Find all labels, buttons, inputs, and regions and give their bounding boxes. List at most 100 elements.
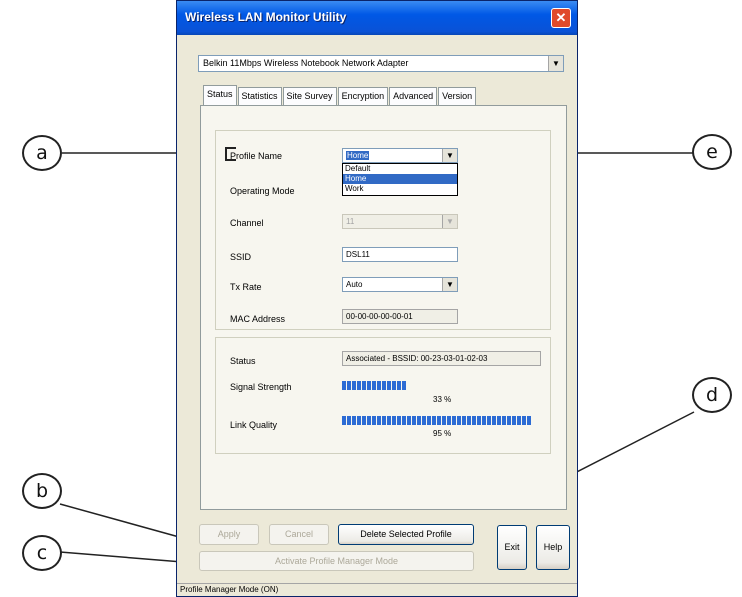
link-quality-bar-segment	[512, 416, 516, 425]
chevron-down-icon[interactable]: ▼	[442, 278, 457, 291]
link-quality-bar-segment	[527, 416, 531, 425]
status-label: Status	[230, 356, 256, 366]
link-quality-bar-segment	[482, 416, 486, 425]
signal-strength-bar-segment	[402, 381, 406, 390]
ssid-input[interactable]: DSL11	[342, 247, 458, 262]
tab-statistics[interactable]: Statistics	[237, 87, 282, 105]
link-quality-bar	[342, 416, 531, 425]
mac-address-value: 00-00-00-00-00-01	[342, 309, 458, 324]
link-quality-bar-segment	[507, 416, 511, 425]
exit-button[interactable]: Exit	[497, 525, 527, 570]
link-quality-bar-segment	[412, 416, 416, 425]
operating-mode-label: Operating Mode	[230, 186, 295, 196]
link-quality-bar-segment	[367, 416, 371, 425]
tab-encryption[interactable]: Encryption	[337, 87, 389, 105]
link-quality-bar-segment	[502, 416, 506, 425]
link-quality-bar-segment	[417, 416, 421, 425]
signal-strength-bar-segment	[347, 381, 351, 390]
link-quality-bar-segment	[477, 416, 481, 425]
link-quality-bar-segment	[497, 416, 501, 425]
help-button[interactable]: Help	[536, 525, 570, 570]
link-quality-bar-segment	[372, 416, 376, 425]
signal-strength-bar-segment	[367, 381, 371, 390]
link-quality-bar-segment	[422, 416, 426, 425]
link-quality-bar-segment	[352, 416, 356, 425]
channel-label: Channel	[230, 218, 264, 228]
callout-d: d	[692, 377, 732, 413]
profile-name-label: Profile Name	[230, 151, 283, 161]
window-title: Wireless LAN Monitor Utility	[185, 10, 347, 24]
ssid-label: SSID	[230, 252, 252, 262]
link-quality-bar-segment	[442, 416, 446, 425]
link-quality-bar-segment	[427, 416, 431, 425]
link-quality-bar-segment	[472, 416, 476, 425]
link-quality-bar-segment	[362, 416, 366, 425]
link-quality-bar-segment	[377, 416, 381, 425]
app-window: Wireless LAN Monitor Utility ✕ Belkin 11…	[176, 0, 578, 597]
signal-strength-bar	[342, 381, 406, 390]
link-quality-bar-segment	[397, 416, 401, 425]
link-quality-bar-segment	[382, 416, 386, 425]
channel-value: 11	[346, 217, 355, 226]
signal-strength-bar-segment	[352, 381, 356, 390]
tx-rate-value: Auto	[346, 280, 363, 289]
channel-select[interactable]: 11 ▼	[342, 214, 458, 229]
close-button[interactable]: ✕	[551, 8, 571, 28]
tab-advanced[interactable]: Advanced	[389, 87, 438, 105]
tx-rate-label: Tx Rate	[230, 282, 262, 292]
signal-strength-bar-segment	[397, 381, 401, 390]
profile-option-default[interactable]: Default	[343, 164, 457, 174]
link-quality-bar-segment	[457, 416, 461, 425]
chevron-down-icon[interactable]: ▼	[442, 149, 457, 162]
callout-c: c	[22, 535, 62, 571]
tab-strip: Status Statistics Site Survey Encryption…	[203, 85, 477, 105]
status-value: Associated - BSSID: 00-23-03-01-02-03	[342, 351, 541, 366]
signal-strength-bar-segment	[382, 381, 386, 390]
tx-rate-select[interactable]: Auto ▼	[342, 277, 458, 292]
link-quality-bar-segment	[402, 416, 406, 425]
status-bar: Profile Manager Mode (ON)	[177, 583, 577, 596]
adapter-select[interactable]: Belkin 11Mbps Wireless Notebook Network …	[198, 55, 564, 72]
link-quality-bar-segment	[437, 416, 441, 425]
link-quality-bar-segment	[467, 416, 471, 425]
status-tab-panel: Profile Name Home ▼ Default Home Work Op…	[200, 105, 567, 510]
signal-strength-bar-segment	[392, 381, 396, 390]
apply-button[interactable]: Apply	[199, 524, 259, 545]
activate-profile-manager-mode-button[interactable]: Activate Profile Manager Mode	[199, 551, 474, 571]
link-quality-bar-segment	[357, 416, 361, 425]
link-quality-bar-segment	[342, 416, 346, 425]
tab-status[interactable]: Status	[203, 85, 237, 105]
tab-version[interactable]: Version	[438, 87, 477, 105]
link-quality-bar-segment	[447, 416, 451, 425]
signal-strength-percent: 33 %	[433, 395, 452, 404]
delete-selected-profile-button[interactable]: Delete Selected Profile	[338, 524, 474, 545]
callout-e: e	[692, 134, 732, 170]
signal-strength-label: Signal Strength	[230, 382, 292, 392]
link-quality-bar-segment	[347, 416, 351, 425]
profile-option-work[interactable]: Work	[343, 184, 457, 194]
signal-strength-bar-segment	[377, 381, 381, 390]
signal-strength-bar-segment	[387, 381, 391, 390]
title-bar[interactable]: Wireless LAN Monitor Utility ✕	[177, 1, 577, 35]
signal-strength-bar-segment	[357, 381, 361, 390]
link-quality-bar-segment	[387, 416, 391, 425]
link-quality-bar-segment	[522, 416, 526, 425]
link-quality-bar-segment	[392, 416, 396, 425]
profile-name-select[interactable]: Home ▼	[342, 148, 458, 163]
signal-strength-bar-segment	[362, 381, 366, 390]
cancel-button[interactable]: Cancel	[269, 524, 329, 545]
callout-a: a	[22, 135, 62, 171]
adapter-select-value: Belkin 11Mbps Wireless Notebook Network …	[203, 58, 409, 68]
profile-option-home[interactable]: Home	[343, 174, 457, 184]
tab-site-survey[interactable]: Site Survey	[282, 87, 337, 105]
link-quality-bar-segment	[407, 416, 411, 425]
signal-strength-bar-segment	[372, 381, 376, 390]
chevron-down-icon[interactable]: ▼	[442, 215, 457, 228]
chevron-down-icon[interactable]: ▼	[548, 56, 563, 71]
link-quality-percent: 95 %	[433, 429, 452, 438]
link-quality-bar-segment	[487, 416, 491, 425]
link-quality-bar-segment	[452, 416, 456, 425]
profile-dropdown-list: Default Home Work	[342, 163, 458, 196]
link-quality-bar-segment	[462, 416, 466, 425]
profile-name-value: Home	[346, 151, 370, 160]
